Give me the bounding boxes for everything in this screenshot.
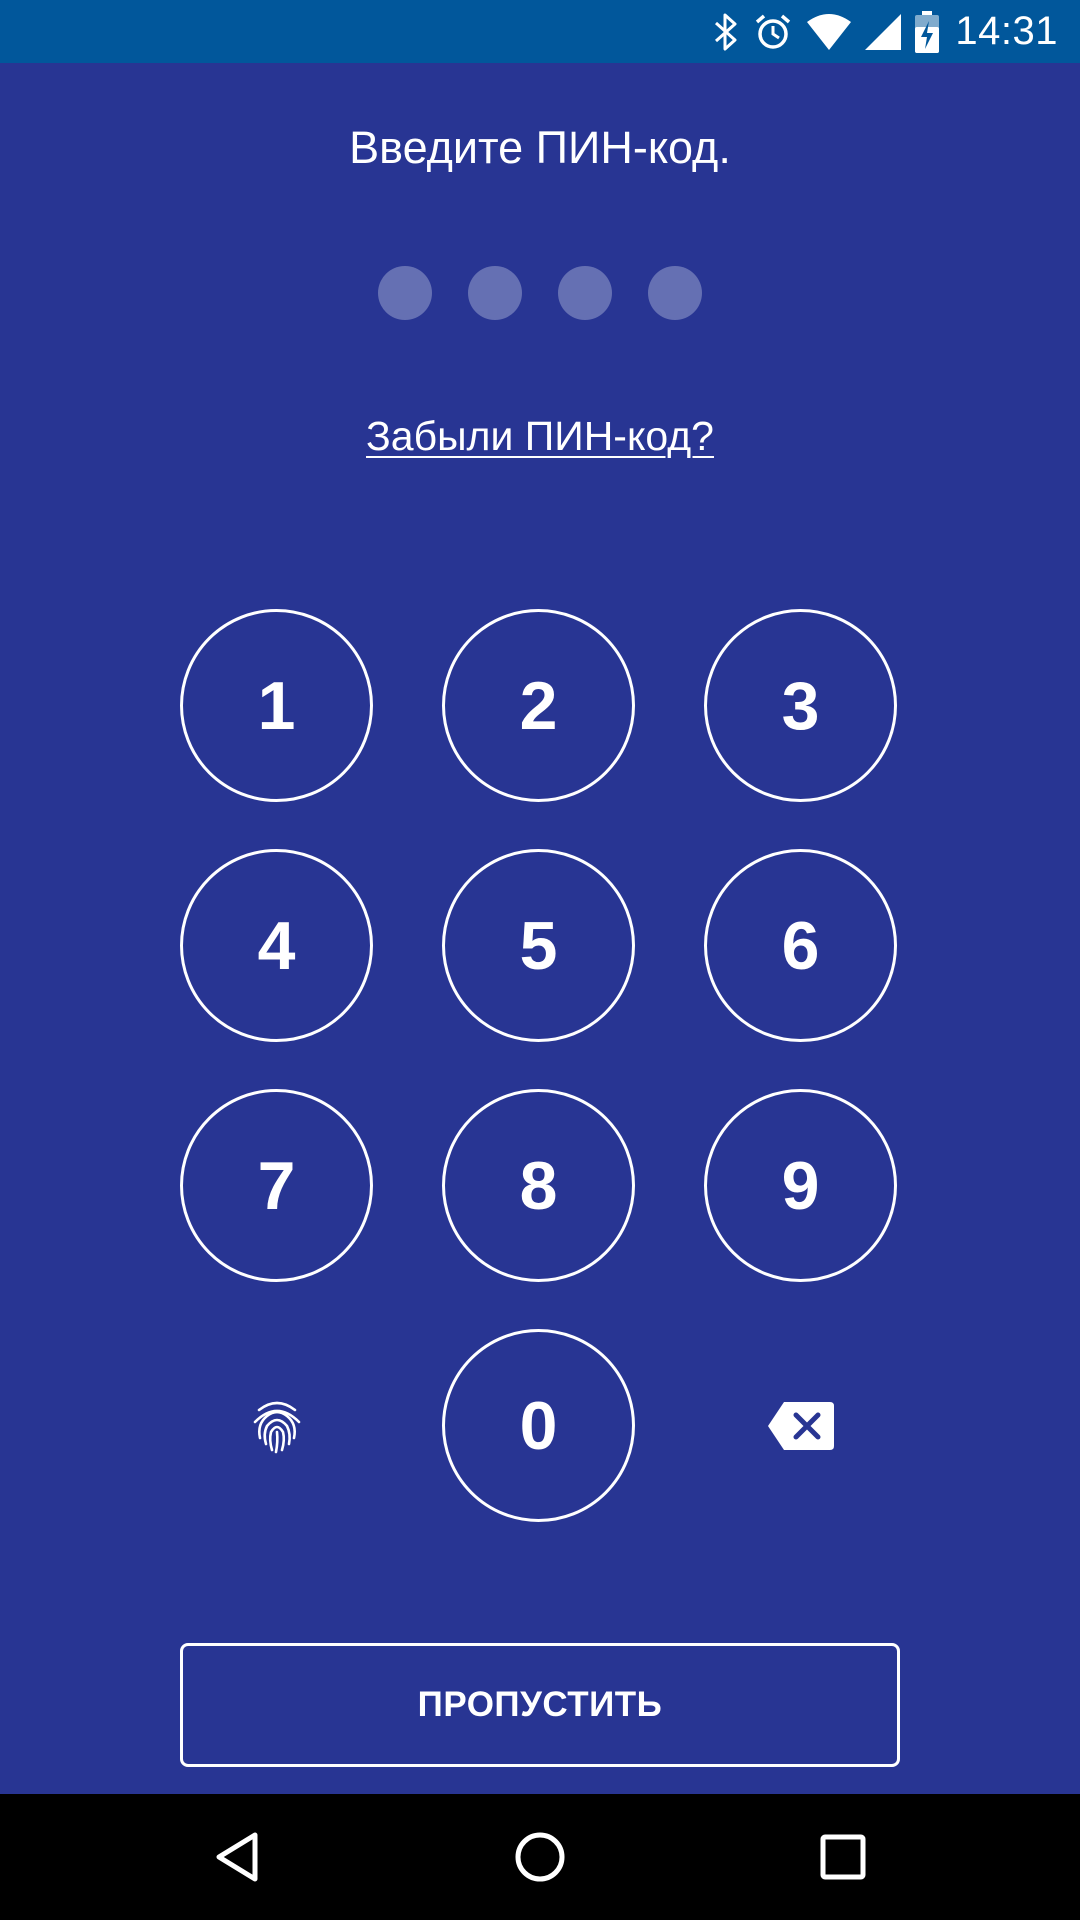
back-icon (216, 1832, 258, 1882)
alarm-icon (753, 12, 793, 52)
key-8[interactable]: 8 (442, 1089, 635, 1282)
recents-icon (820, 1834, 866, 1880)
page-title: Введите ПИН-код. (349, 122, 731, 173)
key-6[interactable]: 6 (704, 849, 897, 1042)
pin-dot (558, 266, 612, 320)
backspace-button[interactable] (704, 1329, 897, 1522)
skip-button[interactable]: ПРОПУСТИТЬ (180, 1643, 900, 1767)
pin-dot (378, 266, 432, 320)
key-9[interactable]: 9 (704, 1089, 897, 1282)
key-4[interactable]: 4 (180, 849, 373, 1042)
key-0[interactable]: 0 (442, 1329, 635, 1522)
home-icon (515, 1832, 565, 1882)
key-7[interactable]: 7 (180, 1089, 373, 1282)
bluetooth-icon (713, 12, 739, 52)
key-5[interactable]: 5 (442, 849, 635, 1042)
recents-button[interactable] (773, 1794, 913, 1920)
key-2[interactable]: 2 (442, 609, 635, 802)
backspace-icon (767, 1401, 834, 1450)
fingerprint-icon (253, 1401, 300, 1453)
forgot-pin-link[interactable]: Забыли ПИН-код? (0, 413, 1080, 460)
home-button[interactable] (470, 1794, 610, 1920)
back-button[interactable] (167, 1794, 307, 1920)
pin-entry-screen: 14:31 Введите ПИН-код. Забыли ПИН-код? 1… (0, 0, 1080, 1920)
wifi-icon (807, 13, 852, 50)
pin-dot (468, 266, 522, 320)
navigation-bar (0, 1794, 1080, 1920)
fingerprint-button[interactable] (180, 1329, 373, 1522)
key-3[interactable]: 3 (704, 609, 897, 802)
status-time: 14:31 (955, 9, 1058, 53)
battery-charging-icon (915, 10, 940, 53)
pin-dot (648, 266, 702, 320)
pin-indicator (0, 266, 1080, 322)
key-1[interactable]: 1 (180, 609, 373, 802)
status-bar: 14:31 (0, 0, 1080, 63)
signal-icon (865, 13, 902, 50)
